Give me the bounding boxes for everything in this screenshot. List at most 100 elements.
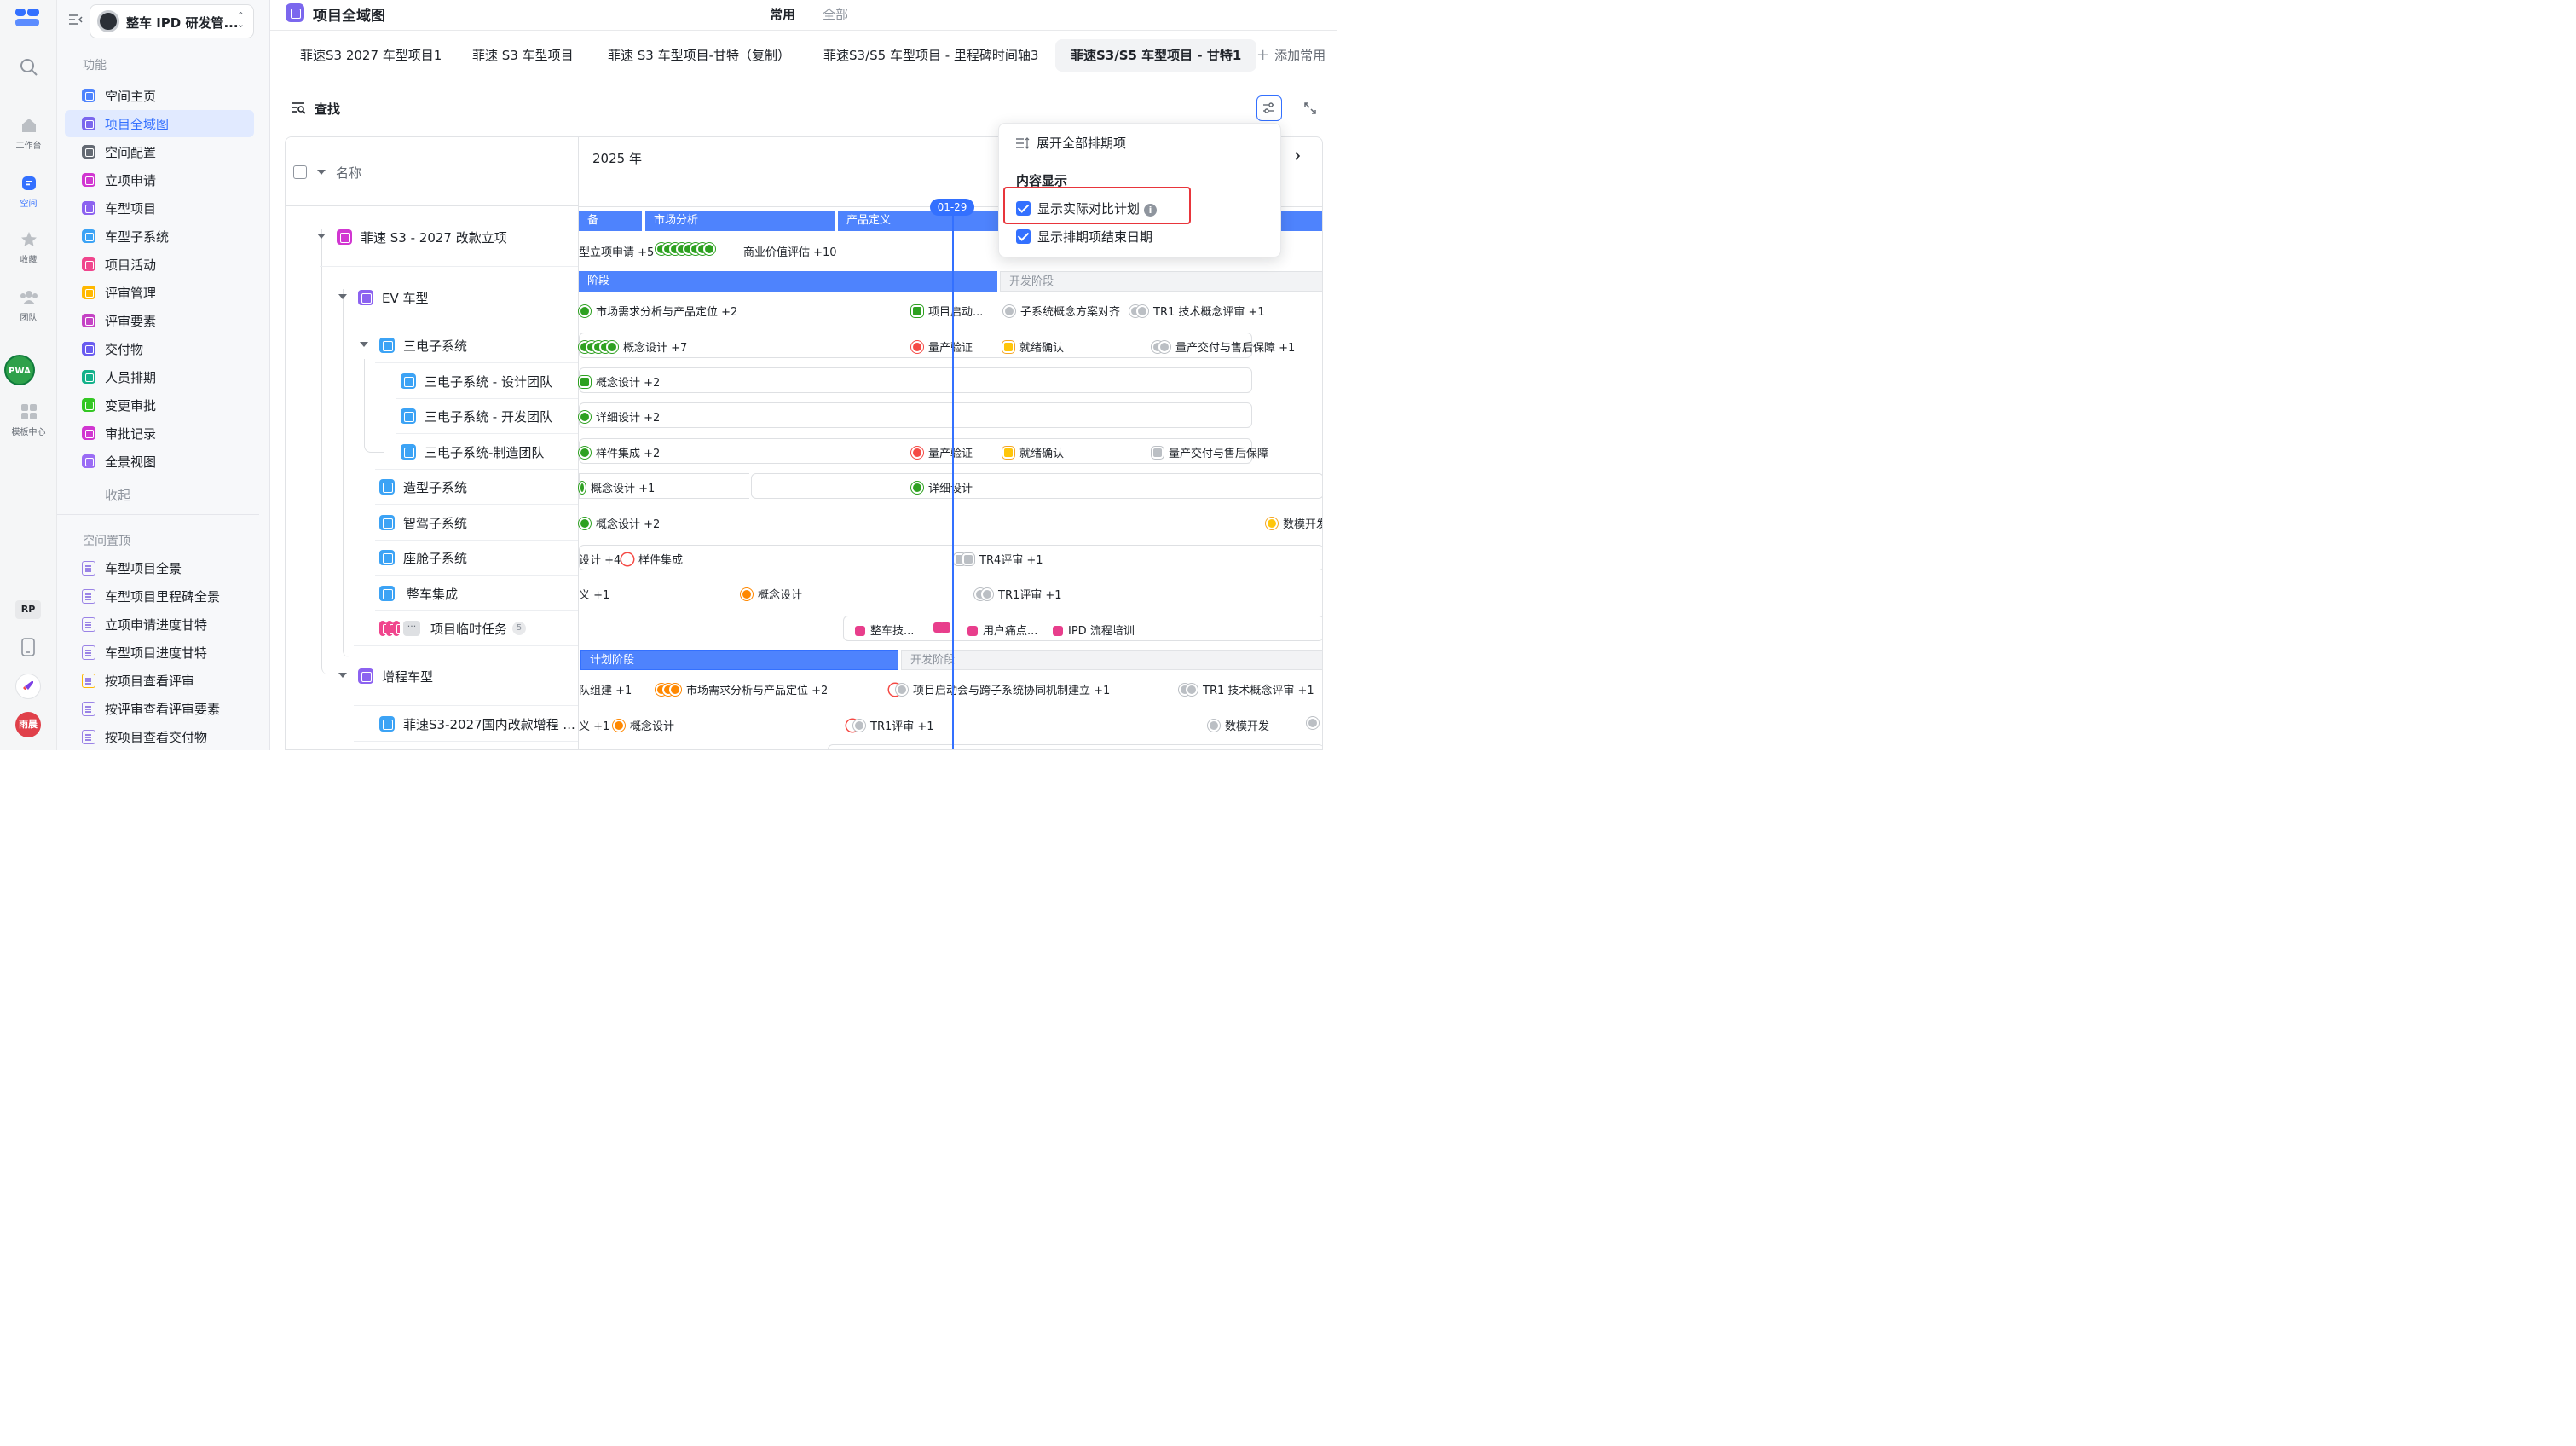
fullscreen-button[interactable] [1297, 95, 1323, 121]
milestone[interactable]: 样件集成 +2 [579, 444, 660, 460]
pinned-item[interactable]: 车型项目进度甘特 [65, 639, 254, 666]
milestone[interactable]: TR1 技术概念评审 +1 [1179, 681, 1314, 697]
app-logo[interactable] [15, 9, 41, 27]
phase-bar[interactable]: 计划阶段 [580, 650, 898, 670]
sidebar-item-home[interactable]: 空间主页 [65, 82, 254, 109]
sidebar-item-initiation[interactable]: 立项申请 [65, 166, 254, 194]
milestone-cluster[interactable] [656, 243, 720, 257]
milestone[interactable]: TR1评审 +1 [846, 717, 934, 733]
team-avatar[interactable]: PWA [4, 355, 35, 385]
select-all-checkbox[interactable] [293, 165, 307, 179]
expand-all-option[interactable]: 展开全部排期项 [1016, 134, 1126, 152]
pinned-item[interactable]: 按项目查看交付物 [65, 723, 254, 750]
tree-row[interactable]: ··· 项目临时任务 5 [286, 610, 579, 646]
tree-row[interactable]: 三电子系统 [286, 327, 579, 363]
milestone[interactable]: 量产验证 [911, 338, 973, 355]
pinned-item[interactable]: 车型项目全景 [65, 554, 254, 581]
workspace-switcher[interactable]: 整车 IPD 研发管... ⌃ ⌄ [90, 4, 254, 38]
rocket-icon[interactable] [15, 674, 41, 699]
phase-bar[interactable]: 阶段 [579, 271, 997, 292]
tree-row[interactable]: 三电子系统-制造团队 [286, 434, 579, 470]
milestone[interactable]: 子系统概念方案对齐 [1003, 303, 1120, 319]
milestone[interactable]: 义 +1 [579, 586, 609, 602]
chevron-down-icon[interactable] [317, 234, 326, 239]
sidebar-item-panorama[interactable]: 全景视图 [65, 448, 254, 475]
milestone[interactable]: 项目启动会与跨子系统协同机制建立 +1 [889, 681, 1110, 697]
pinned-item[interactable]: 车型项目里程碑全景 [65, 582, 254, 610]
tab-view[interactable]: 菲速 S3 车型项目-甘特（复制） [592, 39, 806, 72]
chevron-right-icon[interactable] [1291, 150, 1303, 162]
tree-row[interactable]: 增程车型 [286, 658, 579, 694]
view-tab-common[interactable]: 常用 [770, 5, 795, 23]
milestone[interactable]: 型立项申请 +5 [579, 243, 654, 259]
milestone[interactable]: 详细设计 +2 [579, 408, 660, 425]
milestone[interactable]: 概念设计 +1 [579, 479, 655, 495]
milestone[interactable]: 市场需求分析与产品定位 +2 [656, 681, 828, 697]
milestone[interactable]: 概念设计 [613, 717, 674, 733]
sidebar-item-overview[interactable]: 项目全域图 [65, 110, 254, 137]
tree-row[interactable]: 三电子系统 - 设计团队 [286, 363, 579, 399]
milestone[interactable]: 概念设计 +2 [579, 373, 660, 390]
milestone[interactable]: 队组建 +1 [579, 681, 632, 697]
milestone[interactable]: 样件集成 [621, 551, 683, 567]
sidebar-item-config[interactable]: 空间配置 [65, 138, 254, 165]
collapse-sidebar-icon[interactable] [69, 14, 83, 26]
tree-row[interactable]: 整车集成 [286, 576, 579, 611]
pinned-item[interactable]: 按项目查看评审 [65, 667, 254, 694]
task[interactable]: 整车技... [855, 622, 914, 638]
pinned-item[interactable]: 立项申请进度甘特 [65, 610, 254, 638]
rail-workbench[interactable]: 工作台 [0, 116, 57, 151]
rail-favorites[interactable]: 收藏 [0, 230, 57, 265]
milestone[interactable]: 数模开发 [1266, 515, 1322, 531]
phase-bar[interactable]: 备 [579, 211, 642, 231]
tree-row[interactable]: 菲速S3-2027国内改款增程 ... [286, 706, 579, 742]
task[interactable]: 用户痛点... [967, 622, 1037, 638]
tree-row[interactable]: 智驾子系统 [286, 505, 579, 541]
tab-view-active[interactable]: 菲速S3/S5 车型项目 - 甘特1 [1055, 39, 1257, 72]
sidebar-item-staffing[interactable]: 人员排期 [65, 363, 254, 390]
rail-team[interactable]: 团队 [0, 288, 57, 323]
tab-view[interactable]: 菲速S3/S5 车型项目 - 里程碑时间轴3 [808, 39, 1054, 72]
milestone[interactable]: 就绪确认 [1002, 338, 1064, 355]
sidebar-item-deliverable[interactable]: 交付物 [65, 335, 254, 362]
tree-row[interactable]: 座舱子系统 [286, 540, 579, 576]
chevron-down-icon[interactable] [338, 294, 347, 299]
show-end-date-checkbox[interactable]: 显示排期项结束日期 [1016, 228, 1152, 246]
sidebar-item-vehicle-project[interactable]: 车型项目 [65, 194, 254, 222]
milestone[interactable]: 就绪确认 [1002, 444, 1064, 460]
milestone[interactable]: 量产交付与售后保障 [1152, 444, 1268, 460]
collapse-link[interactable]: 收起 [105, 486, 130, 504]
view-tab-all[interactable]: 全部 [823, 5, 848, 23]
mobile-icon[interactable] [20, 638, 36, 656]
tree-row[interactable]: 三电子系统 - 开发团队 [286, 398, 579, 434]
tree-row[interactable]: 菲速 S3 - 2027 改款立项 [286, 219, 579, 255]
add-common-button[interactable]: + 添加常用 [1256, 39, 1326, 72]
chevron-down-icon[interactable] [338, 673, 347, 678]
rail-search[interactable] [0, 58, 57, 80]
milestone[interactable]: 市场需求分析与产品定位 +2 [579, 303, 737, 319]
sidebar-item-change[interactable]: 变更审批 [65, 391, 254, 419]
rp-badge[interactable]: RP [15, 600, 41, 619]
phase-bar[interactable]: 开发阶段 [901, 650, 1322, 670]
tree-row[interactable]: 造型子系统 [286, 469, 579, 505]
milestone[interactable]: 义 +1 [579, 717, 609, 733]
phase-bar[interactable]: 市场分析 [645, 211, 835, 231]
milestone[interactable]: 商业价值评估 +10 [743, 243, 837, 259]
display-settings-button[interactable] [1256, 95, 1282, 121]
phase-bar[interactable]: 开发阶段 [1000, 271, 1322, 292]
sidebar-item-activity[interactable]: 项目活动 [65, 251, 254, 278]
sidebar-item-approval-log[interactable]: 审批记录 [65, 419, 254, 447]
milestone[interactable] [1307, 717, 1322, 731]
milestone[interactable]: 概念设计 +7 [579, 338, 687, 355]
tree-row[interactable]: EV 车型 [286, 280, 579, 315]
sidebar-item-review-elements[interactable]: 评审要素 [65, 307, 254, 334]
milestone[interactable]: 设计 +4 [579, 551, 621, 567]
milestone[interactable]: 详细设计 [911, 479, 973, 495]
chevron-down-icon[interactable] [360, 342, 368, 347]
milestone[interactable]: 项目启动... [911, 303, 983, 319]
milestone[interactable]: 数模开发 [1208, 717, 1269, 733]
tab-view[interactable]: 菲速S3 2027 车型项目1 [285, 39, 457, 72]
milestone[interactable]: 概念设计 [741, 586, 802, 602]
milestone[interactable]: 量产验证 [911, 444, 973, 460]
milestone[interactable]: TR1评审 +1 [974, 586, 1062, 602]
